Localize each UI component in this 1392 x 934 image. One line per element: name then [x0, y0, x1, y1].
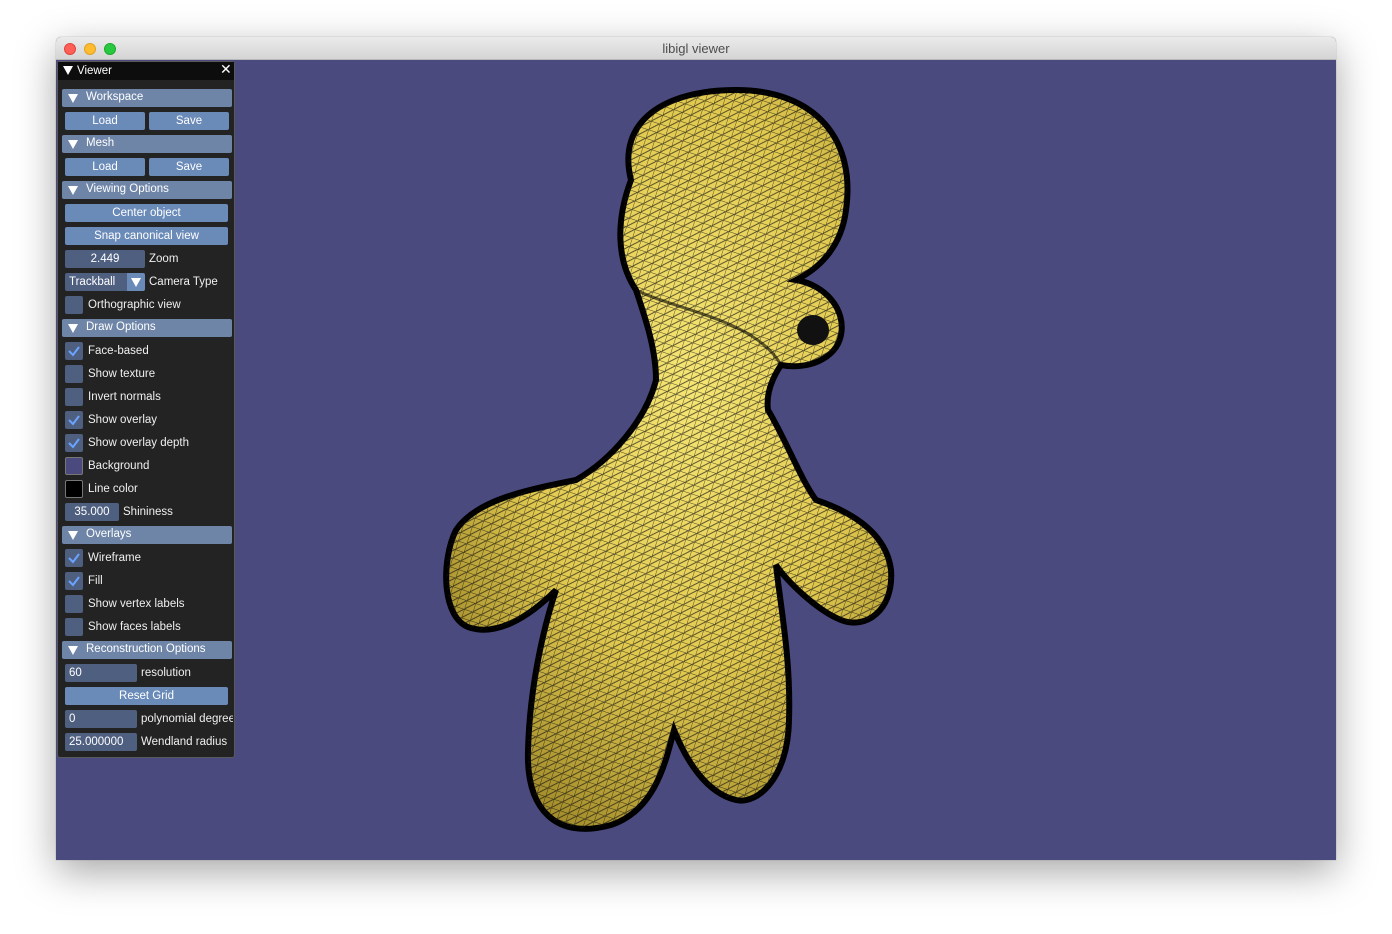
section-header-workspace[interactable]: Workspace: [62, 89, 232, 107]
section-label: Draw Options: [86, 321, 156, 333]
section-label: Reconstruction Options: [86, 643, 206, 655]
resolution-label: resolution: [141, 667, 191, 679]
section-header-draw-options[interactable]: Draw Options: [62, 319, 232, 337]
collapse-triangle-icon[interactable]: [63, 66, 73, 75]
section-header-overlays[interactable]: Overlays: [62, 526, 232, 544]
expand-triangle-icon: [68, 531, 78, 540]
show-overlay-depth-label: Show overlay depth: [88, 437, 190, 449]
shininess-input[interactable]: 35.000: [65, 503, 119, 521]
show-overlay-checkbox[interactable]: [65, 411, 83, 429]
mesh-save-button[interactable]: Save: [149, 158, 229, 176]
section-header-viewing-options[interactable]: Viewing Options: [62, 181, 232, 199]
show-vertex-labels-checkbox[interactable]: [65, 595, 83, 613]
section-label: Workspace: [86, 91, 144, 103]
section-header-reconstruction-options[interactable]: Reconstruction Options: [62, 641, 232, 659]
close-panel-icon[interactable]: ✕: [220, 62, 232, 76]
wireframe-label: Wireframe: [88, 552, 142, 564]
viewer-panel: Viewer ✕ Workspace Load Save Mesh Load S…: [57, 61, 235, 758]
show-texture-label: Show texture: [88, 368, 156, 380]
show-faces-labels-label: Show faces labels: [88, 621, 181, 633]
section-header-mesh[interactable]: Mesh: [62, 135, 232, 153]
app-window: libigl viewer Viewer ✕ Workspace Load Sa…: [56, 37, 1336, 860]
show-overlay-depth-checkbox[interactable]: [65, 434, 83, 452]
expand-triangle-icon: [68, 646, 78, 655]
show-texture-checkbox[interactable]: [65, 365, 83, 383]
section-label: Mesh: [86, 137, 115, 149]
dropdown-arrow-icon[interactable]: [127, 273, 145, 291]
zoom-input[interactable]: 2.449: [65, 250, 145, 268]
checkmark-icon: [68, 553, 80, 564]
show-faces-labels-checkbox[interactable]: [65, 618, 83, 636]
checkmark-icon: [68, 346, 80, 357]
shininess-label: Shininess: [123, 506, 173, 518]
reset-grid-button[interactable]: Reset Grid: [65, 687, 228, 705]
line-color-label: Line color: [88, 483, 138, 495]
center-object-button[interactable]: Center object: [65, 204, 228, 222]
wendland-radius-input[interactable]: 25.000000: [65, 733, 137, 751]
zoom-label: Zoom: [149, 253, 179, 265]
orthographic-view-checkbox[interactable]: [65, 296, 83, 314]
fill-checkbox[interactable]: [65, 572, 83, 590]
camera-type-label: Camera Type: [149, 276, 218, 288]
section-label: Viewing Options: [86, 183, 169, 195]
panel-title: Viewer: [77, 65, 112, 77]
mesh-load-button[interactable]: Load: [65, 158, 145, 176]
expand-triangle-icon: [68, 94, 78, 103]
checkmark-icon: [68, 415, 80, 426]
mesh-model[interactable]: [56, 60, 1336, 860]
fill-label: Fill: [88, 575, 103, 587]
invert-normals-checkbox[interactable]: [65, 388, 83, 406]
expand-triangle-icon: [68, 186, 78, 195]
workspace-save-button[interactable]: Save: [149, 112, 229, 130]
polynomial-degree-label: polynomial degree: [141, 713, 233, 725]
expand-triangle-icon: [68, 140, 78, 149]
show-vertex-labels-label: Show vertex labels: [88, 598, 185, 610]
orthographic-view-label: Orthographic view: [88, 299, 181, 311]
title-bar[interactable]: libigl viewer: [56, 37, 1336, 60]
snap-canonical-view-button[interactable]: Snap canonical view: [65, 227, 228, 245]
panel-title-bar[interactable]: Viewer ✕: [58, 62, 234, 80]
camera-type-select[interactable]: Trackball: [65, 273, 145, 291]
3d-viewport[interactable]: Viewer ✕ Workspace Load Save Mesh Load S…: [56, 60, 1336, 860]
expand-triangle-icon: [68, 324, 78, 333]
polynomial-degree-input[interactable]: 0: [65, 710, 137, 728]
invert-normals-label: Invert normals: [88, 391, 161, 403]
background-label: Background: [88, 460, 150, 472]
resolution-input[interactable]: 60: [65, 664, 137, 682]
section-label: Overlays: [86, 528, 132, 540]
window-title: libigl viewer: [662, 41, 730, 56]
wireframe-checkbox[interactable]: [65, 549, 83, 567]
background-color-swatch[interactable]: [65, 457, 83, 475]
face-based-label: Face-based: [88, 345, 149, 357]
show-overlay-label: Show overlay: [88, 414, 158, 426]
wendland-radius-label: Wendland radius: [141, 736, 228, 748]
checkmark-icon: [68, 576, 80, 587]
workspace-load-button[interactable]: Load: [65, 112, 145, 130]
face-based-checkbox[interactable]: [65, 342, 83, 360]
line-color-swatch[interactable]: [65, 480, 83, 498]
camera-type-value: Trackball: [65, 273, 127, 291]
checkmark-icon: [68, 438, 80, 449]
